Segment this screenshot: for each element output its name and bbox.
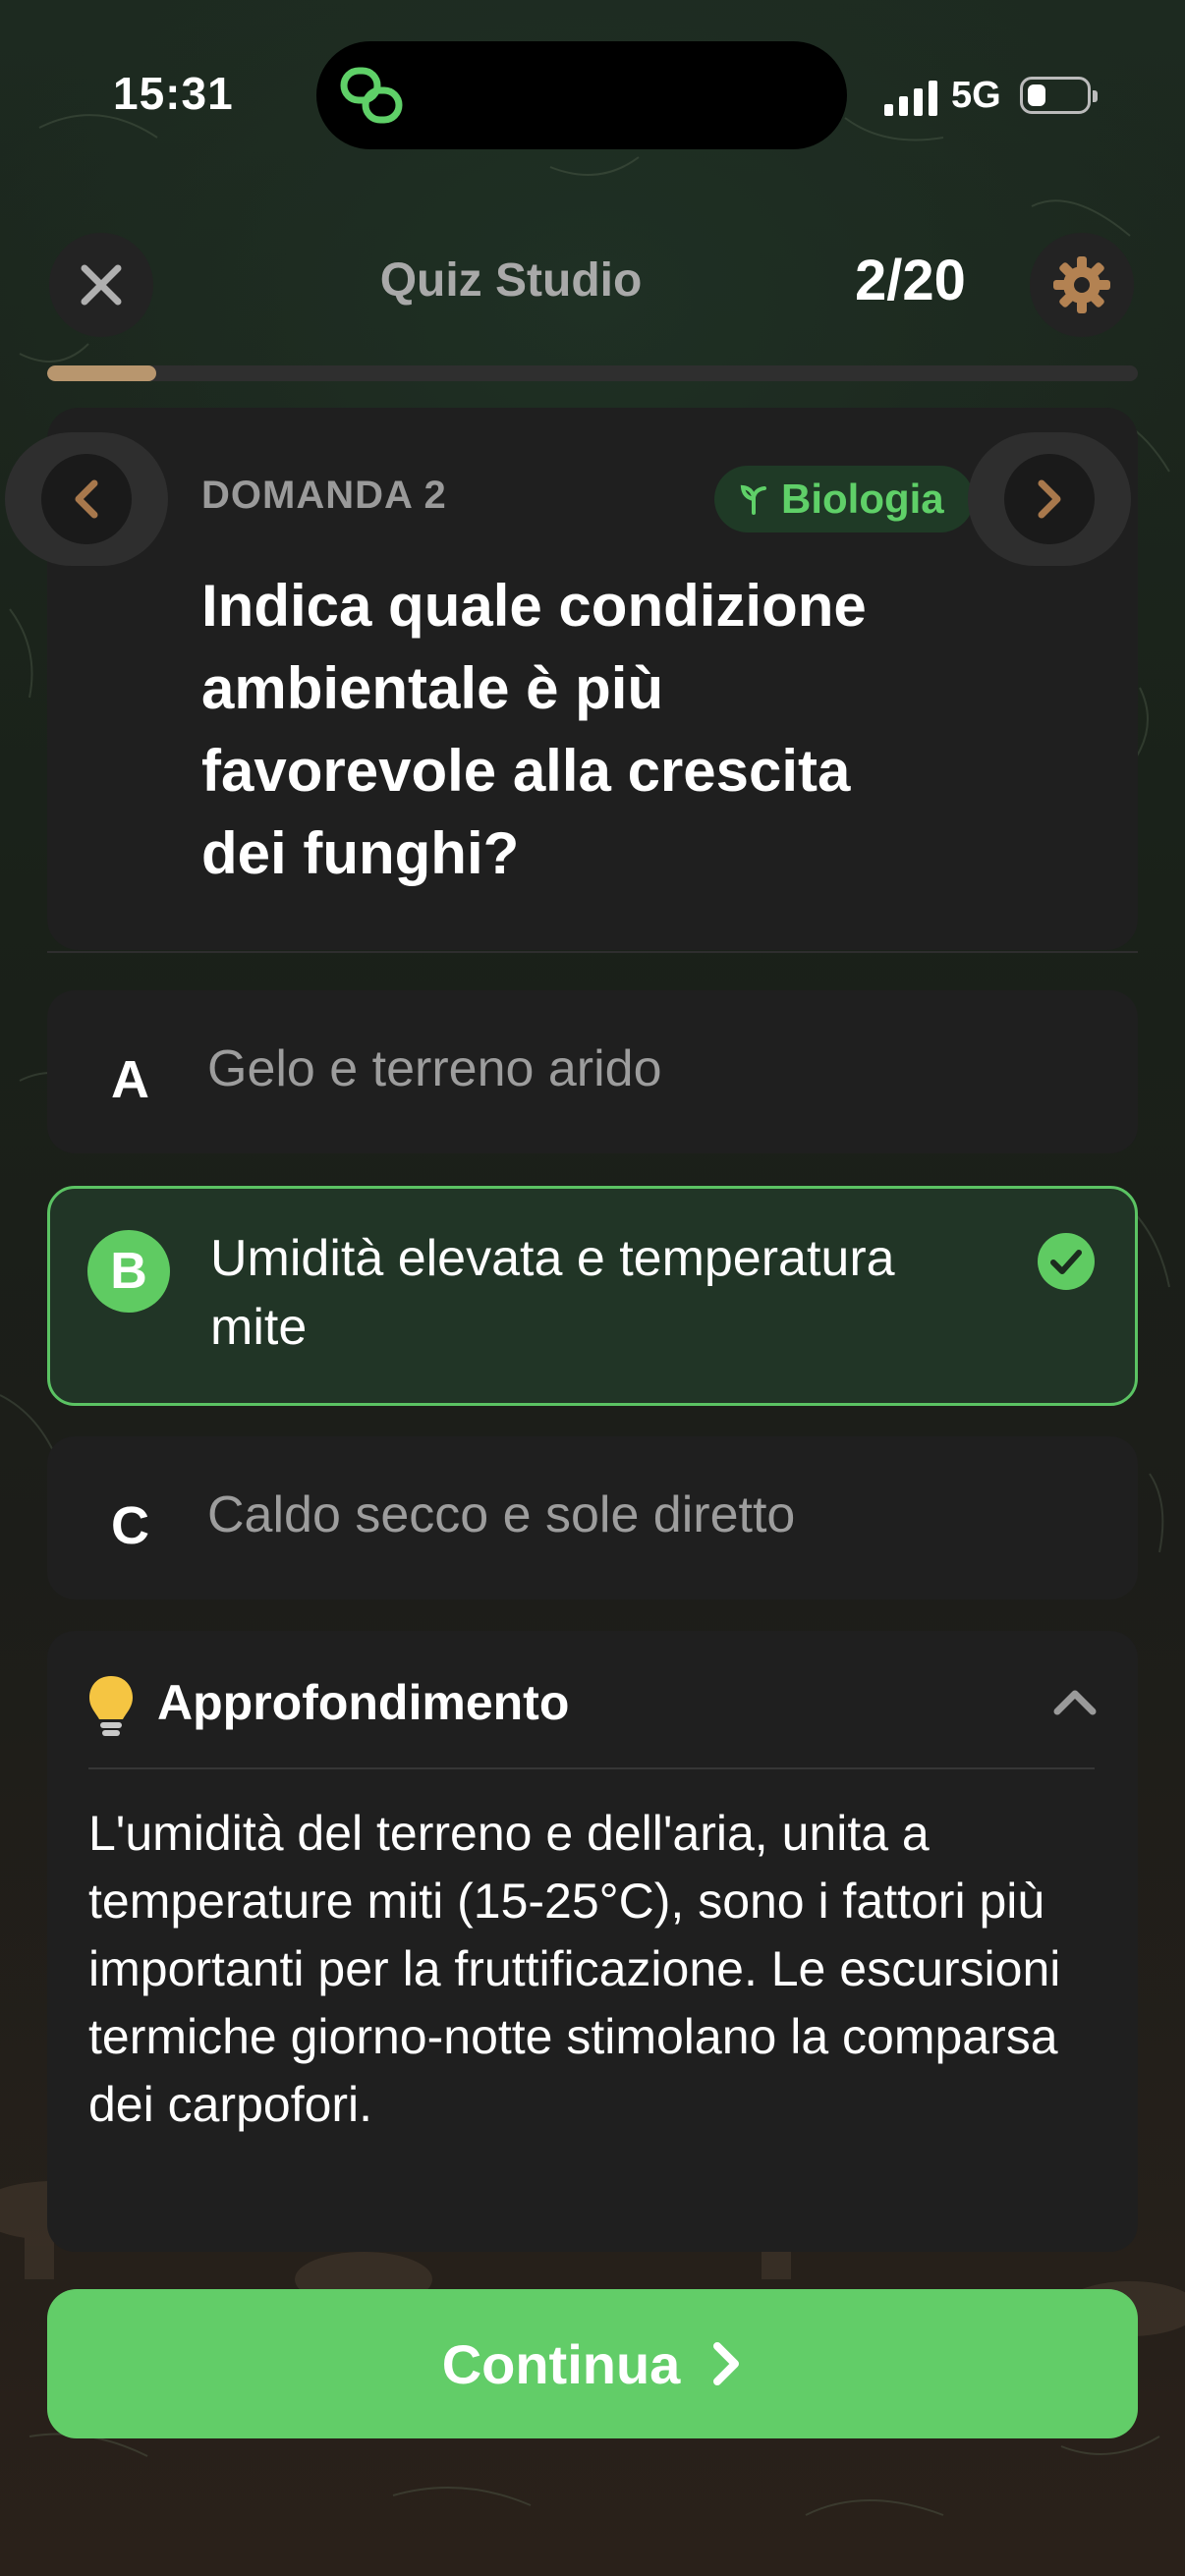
- progress-fill: [47, 365, 156, 381]
- chevron-right-icon: [1038, 479, 1061, 519]
- divider: [47, 951, 1138, 953]
- next-question-button[interactable]: [968, 432, 1131, 566]
- explanation-card: Approfondimento L'umidità del terreno e …: [47, 1631, 1138, 2252]
- battery-icon: [1020, 77, 1098, 114]
- answer-option-a[interactable]: A Gelo e terreno arido: [47, 990, 1138, 1153]
- lightbulb-icon: [89, 1676, 133, 1736]
- answer-option-b[interactable]: B Umidità elevata e temperatura mite: [47, 1186, 1138, 1406]
- continue-label: Continua: [441, 2332, 681, 2395]
- question-label: DOMANDA 2: [201, 474, 447, 517]
- answer-text: Caldo secco e sole diretto: [207, 1486, 796, 1543]
- chevron-right-icon: [713, 2342, 740, 2385]
- signal-icon: [884, 81, 937, 116]
- answer-option-c[interactable]: C Caldo secco e sole diretto: [47, 1436, 1138, 1599]
- previous-question-button[interactable]: [5, 432, 168, 566]
- progress-bar: [47, 365, 1138, 381]
- chevron-left-icon: [75, 479, 98, 519]
- network-label: 5G: [951, 75, 1001, 116]
- status-bar: 15:31 5G: [0, 0, 1185, 149]
- status-time: 15:31: [113, 68, 234, 119]
- explanation-text: L'umidità del terreno e dell'aria, unita…: [88, 1806, 1061, 2132]
- settings-button[interactable]: [1030, 233, 1134, 337]
- question-counter: 2/20: [855, 249, 966, 312]
- answer-text: Umidità elevata e temperatura mite: [210, 1230, 895, 1356]
- explanation-title: Approfondimento: [157, 1675, 570, 1730]
- category-label: Biologia: [781, 476, 944, 522]
- answer-letter-badge: B: [87, 1230, 170, 1313]
- close-button[interactable]: [49, 233, 153, 337]
- app-link-icon: [340, 67, 403, 124]
- answer-letter: C: [111, 1496, 149, 1555]
- sprout-icon: [740, 484, 766, 515]
- answer-text: Gelo e terreno arido: [207, 1040, 662, 1097]
- gear-icon: [1053, 256, 1110, 313]
- page-title: Quiz Studio: [379, 254, 643, 307]
- answer-letter: A: [111, 1050, 149, 1109]
- check-circle-icon: [1038, 1233, 1095, 1290]
- question-text: Indica quale condizione ambientale è più…: [201, 573, 867, 886]
- continue-button[interactable]: Continua: [47, 2289, 1138, 2438]
- chevron-up-icon[interactable]: [1051, 1684, 1099, 1719]
- dynamic-island: [316, 41, 847, 149]
- category-badge: Biologia: [714, 466, 974, 532]
- close-icon: [81, 264, 122, 306]
- explanation-divider: [88, 1767, 1095, 1769]
